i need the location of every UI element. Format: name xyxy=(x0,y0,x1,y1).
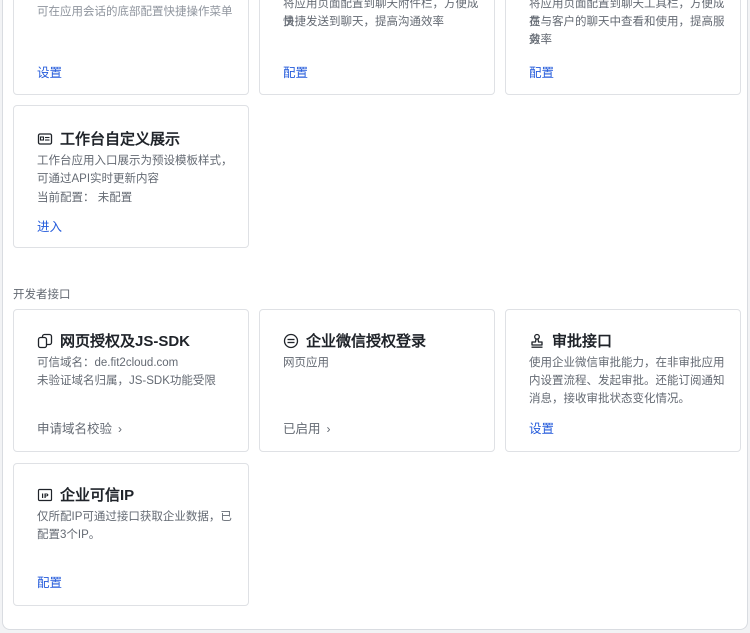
chat-toolbar-config-link[interactable]: 配置 xyxy=(529,62,554,81)
oauth-enabled-link[interactable]: 已启用 › xyxy=(283,418,331,437)
trusted-ip-card: IP 企业可信IP 仅所配IP可通过接口获取企业数据，已配置3个IP。 配置 xyxy=(13,463,249,606)
chevron-right-icon: › xyxy=(118,422,123,436)
oauth-login-icon xyxy=(283,333,299,349)
svg-text:IP: IP xyxy=(41,492,48,500)
card-description: 仅所配IP可通过接口获取企业数据，已配置3个IP。 xyxy=(37,511,232,541)
trusted-domain-text: 可信域名：de.fit2cloud.com xyxy=(37,357,179,369)
chat-attachment-card: 将应用页面配置到聊天附件栏，方便成员 快捷发送到聊天，提高沟通效率 配置 xyxy=(259,0,495,95)
stamp-icon xyxy=(529,333,545,349)
link-label: 申请域名校验 xyxy=(37,422,113,436)
current-config-status: 当前配置： 未配置 xyxy=(37,192,133,204)
card-description: 工作台应用入口展示为预设模板样式，可通过API实时更新内容 xyxy=(37,155,233,185)
card-title-row: IP 企业可信IP xyxy=(37,484,134,505)
domain-warning-text: 未验证域名归属，JS-SDK功能受限 xyxy=(37,375,216,387)
chat-toolbar-card: 将应用页面配置到聊天工具栏，方便成员 在与客户的聊天中查看和使用，提高服务 效率… xyxy=(505,0,741,95)
quick-menu-settings-link[interactable]: 设置 xyxy=(37,62,62,81)
card-title-row: 工作台自定义展示 xyxy=(37,128,180,149)
approval-settings-link[interactable]: 设置 xyxy=(529,418,554,437)
app-settings-panel: 可在应用会话的底部配置快捷操作菜单 设置 将应用页面配置到聊天附件栏，方便成员 … xyxy=(2,0,748,630)
link-copy-icon xyxy=(37,333,53,349)
trusted-ip-config-link[interactable]: 配置 xyxy=(37,572,62,591)
ip-icon: IP xyxy=(37,487,53,503)
card-title: 审批接口 xyxy=(552,333,613,350)
card-title: 企业微信授权登录 xyxy=(306,333,427,350)
card-title: 企业可信IP xyxy=(60,487,135,504)
card-description: 网页应用 xyxy=(283,357,329,369)
approval-api-card: 审批接口 使用企业微信审批能力，在非审批应用内设置流程、发起审批。还能订阅通知消… xyxy=(505,309,741,452)
workbench-enter-link[interactable]: 进入 xyxy=(37,216,62,235)
card-description-line3: 效率 xyxy=(529,34,552,46)
card-description: 使用企业微信审批能力，在非审批应用内设置流程、发起审批。还能订阅通知消息，接收审… xyxy=(529,357,725,405)
card-title-row: 网页授权及JS-SDK xyxy=(37,330,190,351)
display-card-icon xyxy=(37,131,53,147)
card-title-row: 审批接口 xyxy=(529,330,612,351)
link-label: 已启用 xyxy=(283,422,321,436)
wecom-oauth-login-card: 企业微信授权登录 网页应用 已启用 › xyxy=(259,309,495,452)
card-title-row: 企业微信授权登录 xyxy=(283,330,426,351)
web-auth-jssdk-card: 网页授权及JS-SDK 可信域名：de.fit2cloud.com 未验证域名归… xyxy=(13,309,249,452)
card-title: 工作台自定义展示 xyxy=(60,131,181,148)
card-description-line2: 快捷发送到聊天，提高沟通效率 xyxy=(283,16,444,28)
section-title: 开发者接口 xyxy=(13,289,71,301)
apply-domain-verification-link[interactable]: 申请域名校验 › xyxy=(37,418,122,437)
workbench-display-card: 工作台自定义展示 工作台应用入口展示为预设模板样式，可通过API实时更新内容 当… xyxy=(13,105,249,248)
card-description: 可在应用会话的底部配置快捷操作菜单 xyxy=(37,6,233,18)
chat-attachment-config-link[interactable]: 配置 xyxy=(283,62,308,81)
card-title: 网页授权及JS-SDK xyxy=(60,333,191,350)
chevron-right-icon: › xyxy=(326,422,331,436)
quick-menu-card: 可在应用会话的底部配置快捷操作菜单 设置 xyxy=(13,0,249,95)
